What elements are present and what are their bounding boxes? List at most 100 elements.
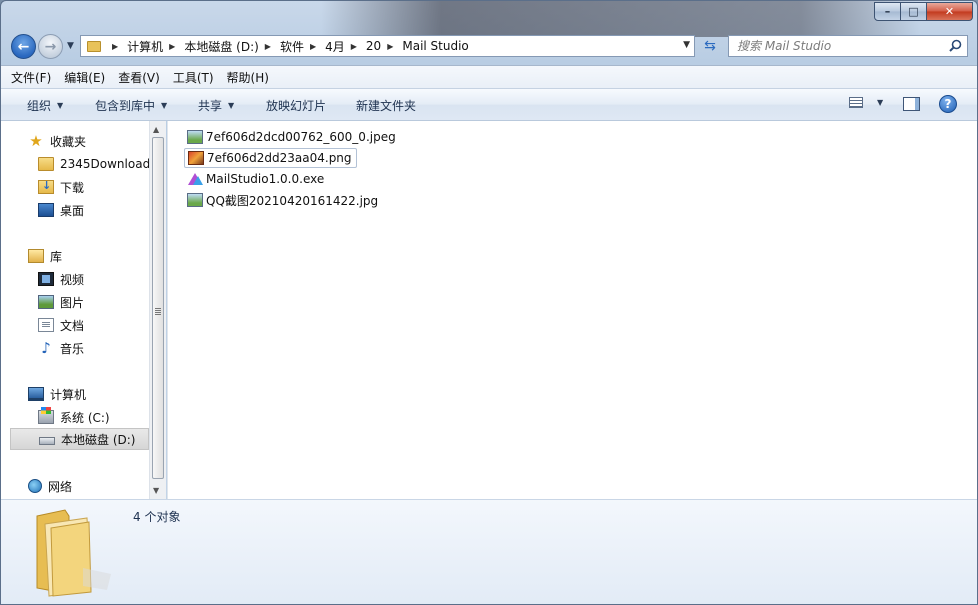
address-bar[interactable]: ▶ 计算机 ▶ 本地磁盘 (D:) ▶ 软件 ▶ 4月 ▶ 20 ▶ Mail … [80,35,695,57]
pictures-library-icon [38,295,54,309]
chevron-right-icon[interactable]: ▶ [265,42,271,51]
mailstudio-app-icon [187,172,203,186]
breadcrumb-computer[interactable]: 计算机 [127,38,163,55]
preview-pane-icon[interactable] [903,97,920,111]
details-pane: 4 个对象 [1,499,977,604]
folder-icon [36,509,111,597]
list-item[interactable]: MailStudio1.0.0.exe [184,169,328,189]
list-item[interactable]: 7ef606d2dd23aa04.png [184,148,357,168]
breadcrumb-item[interactable]: ▶ 软件 [259,38,304,55]
slideshow-button[interactable]: 放映幻灯片 [266,97,326,114]
sidebar-item-computer[interactable]: 计算机 [1,383,149,405]
back-button[interactable]: ← [11,34,36,59]
breadcrumb-item[interactable]: ▶ 计算机 [106,38,163,55]
sidebar-item-favorites[interactable]: ★ 收藏夹 [1,130,149,152]
menu-help[interactable]: 帮助(H) [226,69,270,86]
refresh-button[interactable]: ⇆ [699,35,721,57]
chevron-down-icon: ▼ [877,98,884,107]
search-input[interactable] [737,39,947,53]
sidebar-item-music[interactable]: ♪ 音乐 [1,337,149,359]
address-history-dropdown-icon[interactable]: ▼ [683,40,690,50]
sidebar-item-desktop[interactable]: 桌面 [1,199,149,221]
breadcrumb-item[interactable]: ▶ 4月 [304,38,345,55]
list-item[interactable]: 7ef606d2dcd00762_600_0.jpeg [184,127,400,147]
list-item[interactable]: QQ截图20210420161422.jpg [184,190,382,210]
view-details-icon [849,97,863,108]
documents-library-icon [38,318,54,332]
chevron-right-icon[interactable]: ▶ [351,42,357,51]
breadcrumb-item[interactable]: ▶ 20 [345,39,381,53]
file-list[interactable]: 7ef606d2dcd00762_600_0.jpeg 7ef606d2dd23… [167,121,977,499]
organize-button[interactable]: 组织 ▼ [27,97,63,114]
forward-button[interactable]: → [38,34,63,59]
recent-pages-dropdown-icon[interactable]: ▼ [67,41,74,51]
folder-icon [38,157,54,171]
folder-icon [87,40,101,52]
chevron-right-icon[interactable]: ▶ [310,42,316,51]
command-bar: 组织 ▼ 包含到库中 ▼ 共享 ▼ 放映幻灯片 新建文件夹 ▼ ? [1,89,977,121]
sidebar-item-label: 视频 [60,272,85,287]
breadcrumb-software[interactable]: 软件 [280,38,304,55]
sidebar-item-documents[interactable]: 文档 [1,314,149,336]
system-drive-icon [38,407,54,424]
breadcrumb-drive-d[interactable]: 本地磁盘 (D:) [184,38,258,55]
sidebar-item-videos[interactable]: 视频 [1,268,149,290]
sidebar-item-network[interactable]: 网络 [1,475,149,497]
sidebar-item-label: 库 [50,249,63,264]
sidebar-item-label: 2345Downloads [60,157,149,171]
libraries-icon [28,249,44,263]
organize-label: 组织 [27,99,52,113]
share-button[interactable]: 共享 ▼ [198,97,234,114]
sidebar-item-label: 网络 [48,479,73,494]
breadcrumb-20[interactable]: 20 [366,39,381,53]
caption-buttons: – □ ✕ [874,2,973,21]
breadcrumb-mail-studio[interactable]: Mail Studio [402,39,468,53]
minimize-button[interactable]: – [874,2,901,21]
scrollbar-thumb[interactable] [152,137,164,479]
search-icon[interactable] [949,39,962,52]
breadcrumb-item[interactable]: ▶ Mail Studio [381,39,469,53]
help-icon[interactable]: ? [939,95,957,113]
sidebar-item-local-disk-d[interactable]: 本地磁盘 (D:) [10,428,149,450]
chevron-right-icon[interactable]: ▶ [112,42,118,51]
chevron-down-icon: ▼ [228,101,235,110]
sidebar-item-label: 音乐 [60,341,85,356]
navigation-pane-scrollbar[interactable]: ▲ ▼ [149,121,166,499]
navigation-pane: ★ 收藏夹 2345Downloads 下载 桌面 库 视频 图片 [1,121,149,499]
network-icon [28,479,42,493]
sidebar-item-label: 计算机 [50,387,87,402]
sidebar-item-label: 桌面 [60,203,85,218]
menu-bar: 文件(F) 编辑(E) 查看(V) 工具(T) 帮助(H) [1,65,977,89]
menu-file[interactable]: 文件(F) [10,69,52,86]
scroll-down-icon[interactable]: ▼ [153,486,159,495]
include-in-library-button[interactable]: 包含到库中 ▼ [95,97,167,114]
png-file-icon [188,151,204,165]
computer-icon [28,387,44,401]
sidebar-item-downloads[interactable]: 下载 [1,176,149,198]
file-name: MailStudio1.0.0.exe [206,172,325,186]
file-name: 7ef606d2dcd00762_600_0.jpeg [206,130,396,144]
search-box[interactable] [728,35,968,57]
maximize-button[interactable]: □ [901,2,927,21]
change-view-button[interactable]: ▼ [849,97,883,108]
chevron-right-icon[interactable]: ▶ [169,42,175,51]
menu-edit[interactable]: 编辑(E) [63,69,106,86]
menu-tools[interactable]: 工具(T) [172,69,215,86]
share-label: 共享 [198,99,223,113]
chevron-right-icon[interactable]: ▶ [387,42,393,51]
new-folder-button[interactable]: 新建文件夹 [356,97,416,114]
sidebar-item-system-drive[interactable]: 系统 (C:) [1,406,149,428]
slideshow-label: 放映幻灯片 [266,99,327,113]
sidebar-item-2345downloads[interactable]: 2345Downloads [1,153,149,175]
chevron-down-icon: ▼ [57,101,64,110]
music-note-icon: ♪ [41,339,51,357]
breadcrumb-item[interactable]: ▶ 本地磁盘 (D:) [163,38,259,55]
sidebar-item-label: 文档 [60,318,85,333]
scroll-up-icon[interactable]: ▲ [153,125,159,134]
breadcrumb-april[interactable]: 4月 [325,38,345,55]
menu-view[interactable]: 查看(V) [117,69,161,86]
sidebar-item-label: 本地磁盘 (D:) [61,432,136,447]
close-button[interactable]: ✕ [927,2,973,21]
sidebar-item-libraries[interactable]: 库 [1,245,149,267]
sidebar-item-pictures[interactable]: 图片 [1,291,149,313]
